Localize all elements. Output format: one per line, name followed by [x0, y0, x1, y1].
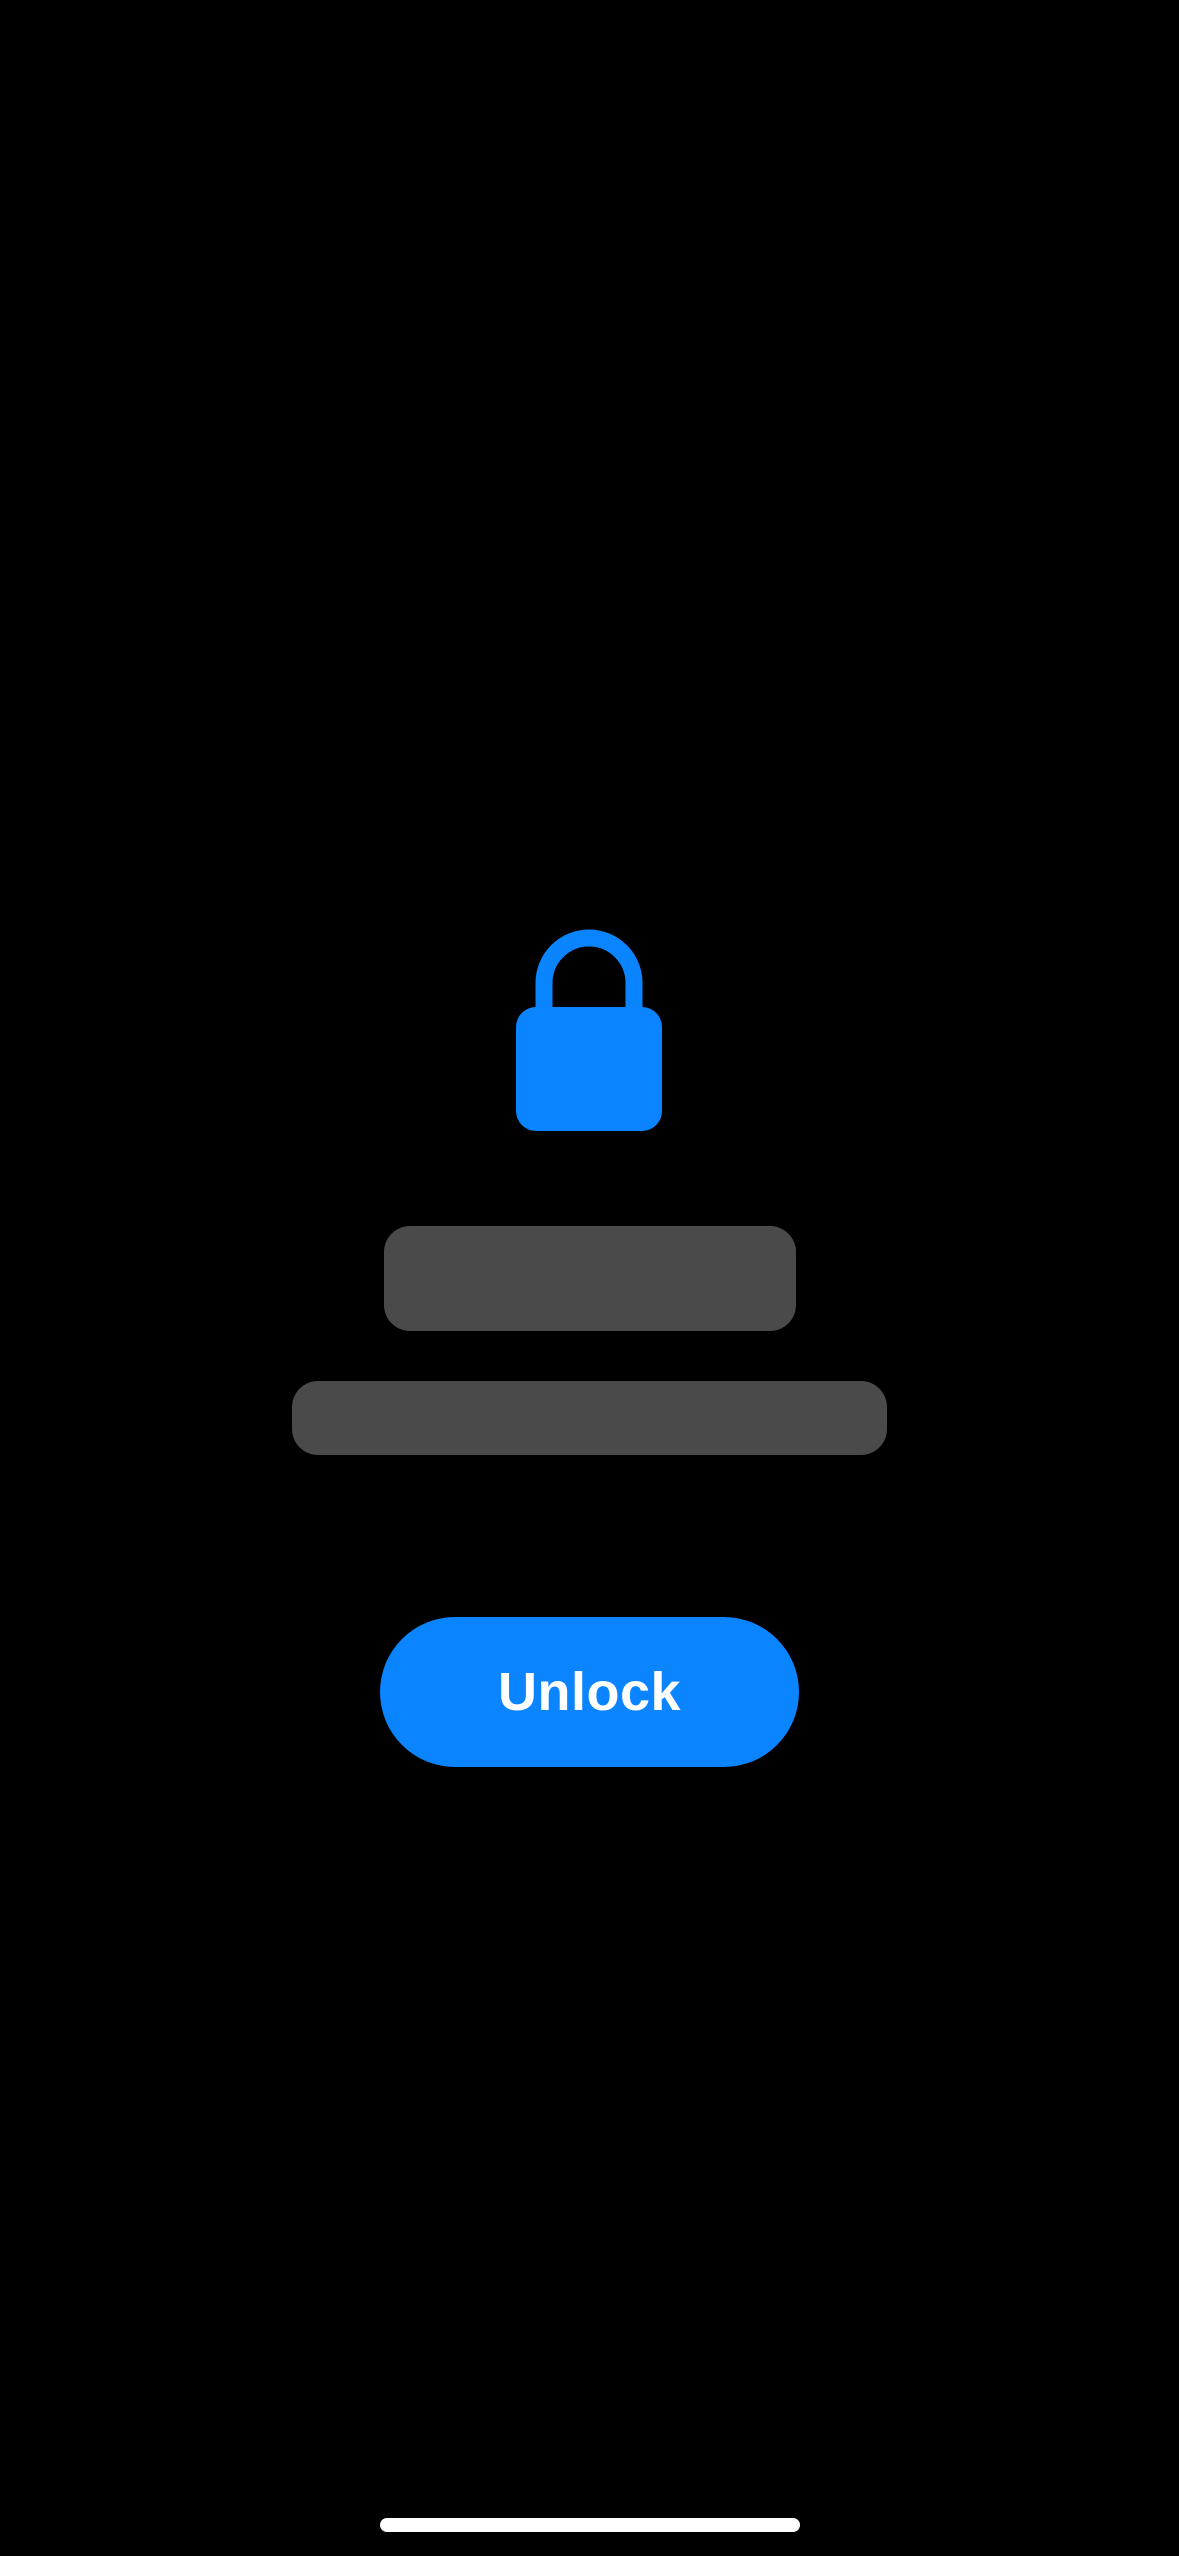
- title-placeholder: [384, 1226, 796, 1331]
- lock-icon: [516, 923, 662, 1131]
- unlock-button[interactable]: Unlock: [380, 1617, 799, 1767]
- unlock-button-label: Unlock: [497, 1662, 682, 1722]
- home-indicator[interactable]: [380, 2518, 800, 2532]
- lock-screen: Unlock: [0, 0, 1179, 2556]
- subtitle-placeholder: [292, 1381, 887, 1455]
